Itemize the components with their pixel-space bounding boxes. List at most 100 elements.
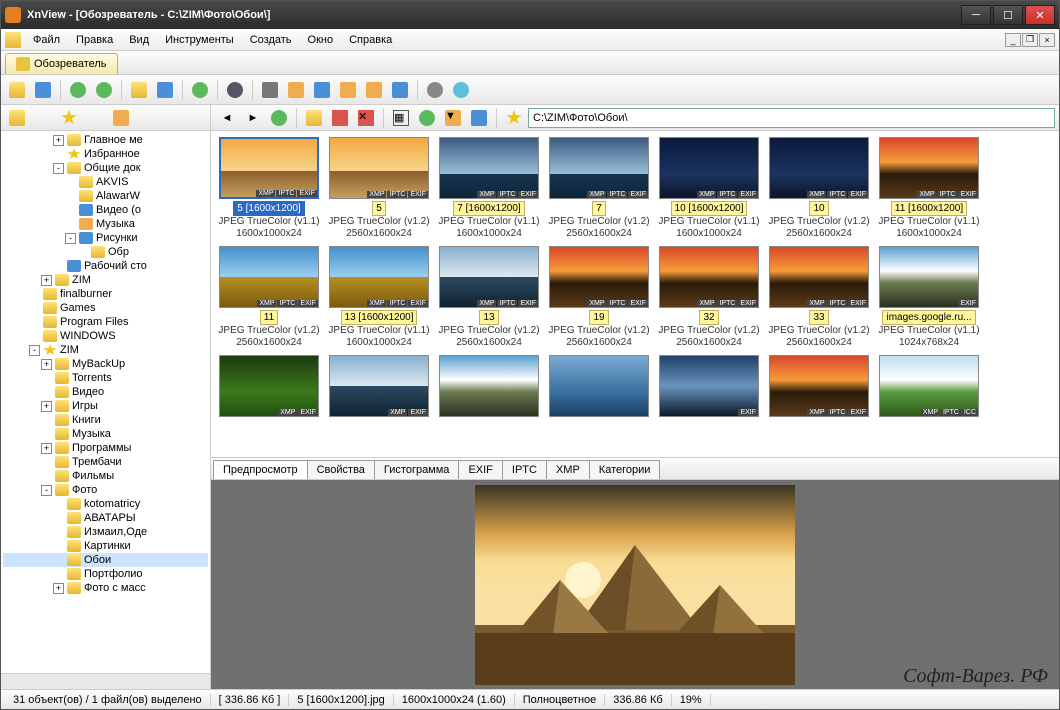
tree-item[interactable]: -ZIM [3,343,208,357]
tree-item[interactable]: +Программы [3,441,208,455]
thumbnail[interactable]: XMPIPTCEXIF32JPEG TrueColor (v1.2)2560x1… [657,246,761,349]
convert-button[interactable] [336,78,360,102]
tree-item[interactable]: finalburner [3,287,208,301]
thumbnail[interactable]: XMPIPTCEXIF7 [1600x1200]JPEG TrueColor (… [437,137,541,240]
thumbnail[interactable]: EXIFimages.google.ru...JPEG TrueColor (v… [877,246,981,349]
capture-button[interactable] [310,78,334,102]
tree-item[interactable]: kotomatricy [3,497,208,511]
tree-item[interactable]: Program Files [3,315,208,329]
fullscreen-button[interactable] [31,78,55,102]
folder-tab-icon[interactable] [5,106,29,130]
tree-item[interactable]: Картинки [3,539,208,553]
tree-item[interactable]: +Главное ме [3,133,208,147]
preview-tab-xmp[interactable]: XMP [546,460,590,479]
thumbnail[interactable]: XMPIPTCEXIF11 [1600x1200]JPEG TrueColor … [877,137,981,240]
mdi-close-button[interactable]: × [1039,33,1055,47]
categories-tab-icon[interactable] [109,106,133,130]
tree-toggle-icon[interactable]: + [53,583,64,594]
thumbnail[interactable]: XMPIPTCEXIF13 [1600x1200]JPEG TrueColor … [327,246,431,349]
tree-item[interactable]: Видео [3,385,208,399]
nav-forward-button[interactable]: ► [241,106,265,130]
thumbnail[interactable] [437,355,541,417]
nav-back-button[interactable]: ◄ [215,106,239,130]
rename-button[interactable] [328,106,352,130]
tree-item[interactable]: Обр [3,245,208,259]
thumbnail[interactable]: XMPIPTCEXIF13JPEG TrueColor (v1.2)2560x1… [437,246,541,349]
mdi-restore-button[interactable]: ❐ [1022,33,1038,47]
close-button[interactable]: ✕ [1025,5,1055,25]
refresh-button[interactable] [92,78,116,102]
thumbnail[interactable]: XMPIPTCEXIF7JPEG TrueColor (v1.2)2560x16… [547,137,651,240]
open-button[interactable] [5,78,29,102]
preview-tab-свойства[interactable]: Свойства [307,460,375,479]
new-folder-button[interactable] [302,106,326,130]
reload-button[interactable] [66,78,90,102]
sort-button[interactable] [415,106,439,130]
thumbnail[interactable]: XMPIPTCEXIF5 [1600x1200]JPEG TrueColor (… [217,137,321,240]
tree-toggle-icon[interactable]: - [53,163,64,174]
tree-item[interactable]: AlawarW [3,189,208,203]
settings-button[interactable] [423,78,447,102]
menu-справка[interactable]: Справка [341,32,400,48]
recurse-button[interactable] [467,106,491,130]
menu-файл[interactable]: Файл [25,32,68,48]
tree-item[interactable]: Музыка [3,217,208,231]
binoculars-icon[interactable] [223,78,247,102]
tree-toggle-icon[interactable]: + [53,135,64,146]
tree-item[interactable]: -Общие док [3,161,208,175]
thumbnail-grid[interactable]: XMPIPTCEXIF5 [1600x1200]JPEG TrueColor (… [211,131,1059,457]
tree-item[interactable]: Измаил,Оде [3,525,208,539]
tree-item[interactable]: Обои [3,553,208,567]
tree-item[interactable]: Видео (о [3,203,208,217]
filter-button[interactable]: ▼ [441,106,465,130]
tree-item[interactable]: Фильмы [3,469,208,483]
preview-tab-iptc[interactable]: IPTC [502,460,547,479]
thumbnail[interactable]: XMPIPTCEXIF [767,355,871,417]
slideshow-button[interactable] [284,78,308,102]
copy-button[interactable] [153,78,177,102]
favorites-tab-icon[interactable] [57,106,81,130]
preview-tab-exif[interactable]: EXIF [458,460,502,479]
tree-item[interactable]: Torrents [3,371,208,385]
thumbnail[interactable]: XMPIPTCEXIF19JPEG TrueColor (v1.2)2560x1… [547,246,651,349]
delete-button[interactable]: ✕ [354,106,378,130]
nav-up-button[interactable] [267,106,291,130]
tree-item[interactable]: WINDOWS [3,329,208,343]
tree-toggle-icon[interactable]: - [29,345,40,356]
tree-toggle-icon[interactable]: - [65,233,76,244]
thumbnail[interactable]: XMPIPTCEXIF10 [1600x1200]JPEG TrueColor … [657,137,761,240]
tree-item[interactable]: Книги [3,413,208,427]
tree-item[interactable]: AKVIS [3,175,208,189]
mdi-minimize-button[interactable]: _ [1005,33,1021,47]
menu-правка[interactable]: Правка [68,32,121,48]
tree-item[interactable]: +Игры [3,399,208,413]
thumbnail[interactable] [547,355,651,417]
print-button[interactable] [258,78,282,102]
thumbnail[interactable]: XMPEXIF [327,355,431,417]
tree-item[interactable]: -Рисунки [3,231,208,245]
maximize-button[interactable]: ☐ [993,5,1023,25]
preview-tab-гистограмма[interactable]: Гистограмма [374,460,460,479]
tree-item[interactable]: +Фото с масс [3,581,208,595]
tree-item[interactable]: +MyBackUp [3,357,208,371]
tree-toggle-icon[interactable]: - [41,485,52,496]
preview-tab-предпросмотр[interactable]: Предпросмотр [213,460,308,479]
thumbnail[interactable]: EXIF [657,355,761,417]
thumbnail[interactable]: XMPIPTCEXIF33JPEG TrueColor (v1.2)2560x1… [767,246,871,349]
thumbnail[interactable]: XMPIPTCEXIF5JPEG TrueColor (v1.2)2560x16… [327,137,431,240]
view-mode-button[interactable]: ▦ [389,106,413,130]
tree-item[interactable]: АВАТАРЫ [3,511,208,525]
folder-tree[interactable]: +Главное меИзбранное-Общие докAKVISAlawa… [1,131,210,673]
tree-item[interactable]: Избранное [3,147,208,161]
menu-инструменты[interactable]: Инструменты [157,32,242,48]
tree-item[interactable]: Музыка [3,427,208,441]
titlebar[interactable]: XnView - [Обозреватель - C:\ZIM\Фото\Обо… [1,1,1059,29]
address-bar[interactable]: C:\ZIM\Фото\Обои\ [528,108,1055,128]
batch-button[interactable] [362,78,386,102]
tree-toggle-icon[interactable]: + [41,359,52,370]
minimize-button[interactable]: ─ [961,5,991,25]
tree-item[interactable]: -Фото [3,483,208,497]
tree-toggle-icon[interactable]: + [41,401,52,412]
import-button[interactable] [188,78,212,102]
menu-вид[interactable]: Вид [121,32,157,48]
